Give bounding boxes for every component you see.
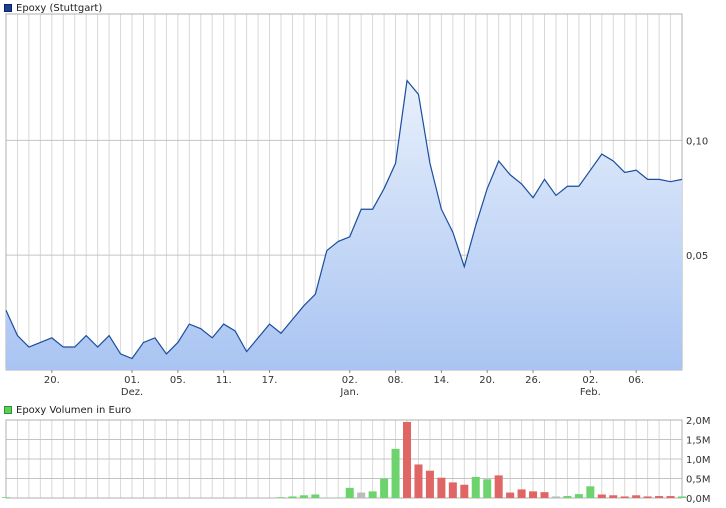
x-tick-label: 06. — [628, 375, 644, 386]
y-tick-label: 0,10 — [686, 136, 708, 147]
volume-bar — [529, 491, 538, 498]
x-tick-label: 08. — [388, 375, 404, 386]
x-tick-label: 11. — [216, 375, 232, 386]
plot-frame — [5, 419, 683, 499]
volume-bar — [345, 487, 354, 498]
volume-bar — [540, 492, 549, 498]
volume-bar — [643, 496, 652, 498]
volume-legend: Epoxy Volumen in Euro — [4, 404, 131, 416]
volume-bar — [655, 496, 664, 498]
volume-bar — [311, 494, 320, 498]
volume-bar — [288, 496, 297, 498]
y-tick-label: 0,05 — [686, 251, 708, 262]
x-tick-sublabel: Jan. — [339, 387, 359, 398]
x-tick-label: 02. — [342, 375, 358, 386]
volume-bar — [1, 497, 11, 498]
x-tick-label: 20. — [44, 375, 60, 386]
volume-bar — [391, 448, 400, 498]
x-tick-sublabel: Feb. — [580, 387, 601, 398]
y-tick-label: 0,5M — [686, 475, 711, 486]
price-chart: 0,050,1020. 01.Dez.05. 11. 17. 02.Jan.08. 14.… — [5, 13, 708, 398]
volume-bar — [666, 496, 675, 498]
price-area — [6, 80, 682, 371]
x-tick-label: 26. — [525, 375, 541, 386]
volume-bar — [357, 492, 366, 498]
x-tick-label: 17. — [262, 375, 278, 386]
volume-bar — [425, 470, 434, 498]
x-tick-label: 01. — [124, 375, 140, 386]
x-tick-sublabel: Dez. — [121, 387, 143, 398]
volume-bar — [586, 486, 595, 498]
volume-bar — [483, 479, 492, 498]
x-tick-label: 05. — [170, 375, 186, 386]
x-tick-label: 20. — [479, 375, 495, 386]
volume-bar — [460, 484, 469, 498]
volume-bar — [276, 497, 285, 498]
x-tick-label: 02. — [582, 375, 598, 386]
volume-bar — [403, 421, 412, 498]
y-tick-label: 2,0M — [686, 416, 711, 427]
volume-bar — [574, 494, 583, 498]
volume-bar — [299, 495, 308, 498]
volume-bar — [609, 495, 618, 498]
volume-bar — [517, 489, 526, 498]
volume-bar — [437, 477, 446, 498]
volume-bar — [494, 475, 503, 498]
volume-bar — [677, 496, 687, 498]
volume-legend-label: Epoxy Volumen in Euro — [16, 404, 132, 416]
volume-bar — [448, 482, 457, 498]
volume-bar — [632, 495, 641, 498]
volume-bar — [597, 494, 606, 498]
y-tick-label: 1,0M — [686, 455, 711, 466]
volume-bar — [380, 478, 389, 498]
volume-bar — [551, 496, 560, 498]
volume-bar — [471, 476, 480, 498]
y-tick-label: 1,5M — [686, 436, 711, 447]
volume-legend-swatch — [4, 406, 12, 414]
volume-bar — [620, 496, 629, 498]
volume-bar — [563, 496, 572, 498]
y-tick-label: 0,0M — [686, 494, 711, 505]
volume-bar — [506, 492, 515, 498]
volume-bar — [368, 491, 377, 498]
volume-bar — [414, 464, 423, 498]
x-tick-label: 14. — [433, 375, 449, 386]
